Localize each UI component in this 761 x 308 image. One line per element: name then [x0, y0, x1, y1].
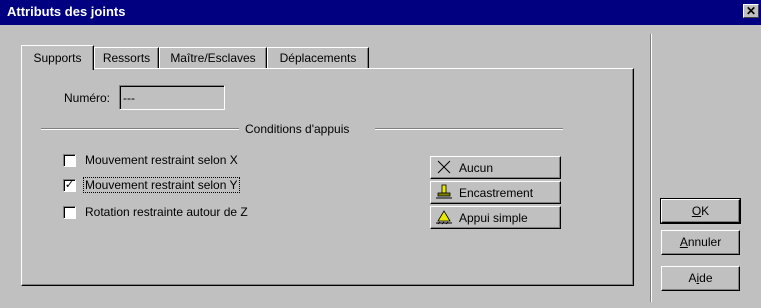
numero-field[interactable] [119, 85, 225, 110]
fixed-support-icon [436, 184, 452, 199]
cancel-mnemonic: A [679, 235, 688, 249]
checkbox-rotation-z-label[interactable]: Rotation restrainte autour de Z [85, 205, 248, 219]
tab-deplacements[interactable]: Déplacements [267, 47, 369, 69]
help-button[interactable]: Aide [661, 266, 740, 291]
appui-simple-label: Appui simple [459, 211, 528, 225]
aucun-button[interactable]: Aucun [430, 156, 561, 179]
tab-label: Ressorts [102, 51, 151, 65]
ok-mnemonic: O [691, 204, 702, 218]
tab-ressorts[interactable]: Ressorts [94, 47, 159, 69]
checkbox-restrain-x-label[interactable]: Mouvement restraint selon X [85, 153, 238, 167]
encastrement-label: Encastrement [459, 186, 534, 200]
appui-simple-button[interactable]: Appui simple [430, 206, 561, 229]
checkbox-restrain-x[interactable] [63, 154, 76, 167]
close-icon: ✕ [745, 4, 757, 18]
close-button[interactable]: ✕ [743, 4, 759, 18]
checkbox-restrain-y-label[interactable]: Mouvement restraint selon Y [83, 177, 240, 193]
title-bar: Attributs des joints ✕ [0, 0, 761, 25]
tab-label: Maître/Esclaves [170, 51, 256, 65]
pinned-support-icon [436, 210, 452, 225]
aucun-label: Aucun [459, 161, 494, 175]
checkbox-restrain-y[interactable]: ✓ [63, 179, 76, 192]
group-title: Conditions d'appuis [245, 122, 350, 136]
tab-label: Supports [33, 51, 82, 65]
numero-label: Numéro: [64, 91, 111, 105]
tab-maitre-esclaves[interactable]: Maître/Esclaves [159, 47, 267, 69]
help-label-suffix: de [699, 271, 713, 285]
tab-supports[interactable]: Supports [21, 45, 94, 70]
cancel-button[interactable]: Annuler [661, 230, 740, 255]
encastrement-button[interactable]: Encastrement [430, 181, 561, 204]
group-divider-left [41, 128, 239, 130]
vertical-separator [650, 34, 652, 302]
ok-label-suffix: K [701, 204, 710, 218]
cancel-label-suffix: nnuler [687, 235, 722, 249]
checkbox-rotation-z[interactable] [63, 206, 76, 219]
check-icon: ✓ [64, 179, 75, 191]
tab-label: Déplacements [279, 51, 357, 65]
x-icon [437, 160, 451, 174]
ok-button[interactable]: OK [660, 198, 741, 224]
group-divider-right [375, 128, 563, 130]
numero-input[interactable] [123, 89, 221, 106]
window-title: Attributs des joints [7, 4, 126, 19]
